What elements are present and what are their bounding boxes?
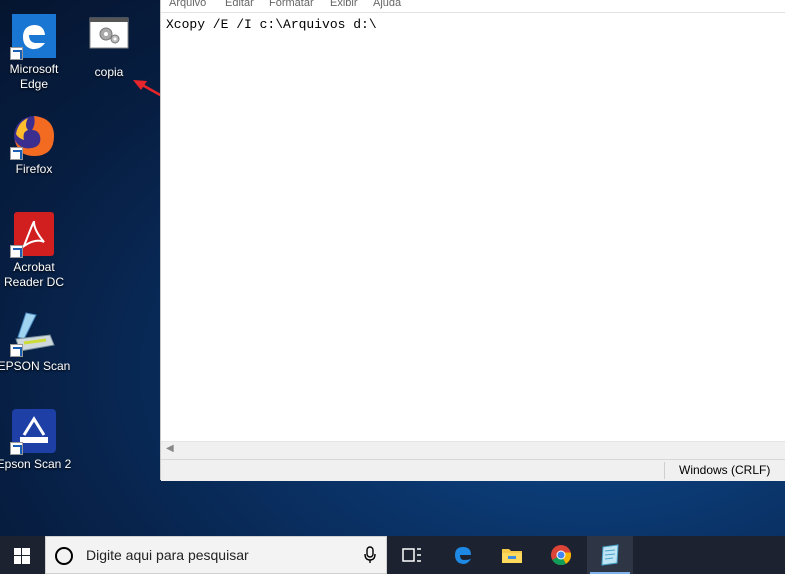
epson-scan2-icon bbox=[10, 407, 58, 455]
edge-icon bbox=[10, 12, 58, 60]
menu-editar[interactable]: Editar bbox=[225, 0, 254, 9]
menu-formatar[interactable]: Formatar bbox=[269, 0, 314, 9]
taskbar-notepad[interactable] bbox=[587, 536, 633, 574]
notepad-window: Arquivo Editar Formatar Exibir Ajuda Xco… bbox=[160, 0, 785, 481]
shortcut-arrow-icon bbox=[10, 442, 23, 455]
search-placeholder: Digite aqui para pesquisar bbox=[86, 547, 249, 563]
file-explorer-icon bbox=[502, 549, 522, 563]
desktop-icon-epson-scan-2[interactable]: Epson Scan 2 bbox=[0, 407, 72, 472]
desktop-icon-label: Microsoft Edge bbox=[9, 62, 59, 91]
shortcut-arrow-icon bbox=[10, 245, 23, 258]
windows-logo-icon bbox=[14, 548, 30, 564]
notepad-icon bbox=[601, 544, 619, 566]
taskbar-chrome[interactable] bbox=[538, 536, 584, 574]
desktop-icon-label: Firefox bbox=[15, 162, 53, 176]
desktop-icon-label: EPSON Scan bbox=[0, 359, 71, 373]
microphone-icon[interactable] bbox=[364, 546, 376, 564]
status-divider bbox=[664, 462, 665, 479]
menu-exibir[interactable]: Exibir bbox=[330, 0, 358, 9]
desktop-icon-edge[interactable]: Microsoft Edge bbox=[0, 12, 72, 92]
menu-ajuda[interactable]: Ajuda bbox=[373, 0, 401, 9]
menu-arquivo[interactable]: Arquivo bbox=[169, 0, 206, 9]
desktop: Microsoft Edge copia Firefox Acrobat Rea… bbox=[0, 0, 785, 536]
status-bar: Windows (CRLF) bbox=[161, 459, 785, 481]
edge-icon bbox=[455, 547, 471, 564]
batch-file-icon bbox=[85, 17, 133, 51]
task-view-button[interactable] bbox=[389, 536, 435, 574]
shortcut-arrow-icon bbox=[10, 47, 23, 60]
acrobat-icon bbox=[10, 210, 58, 258]
menu-divider bbox=[161, 12, 785, 13]
epson-scan-icon bbox=[10, 309, 58, 357]
cortana-icon bbox=[55, 547, 73, 565]
chrome-icon bbox=[551, 545, 572, 566]
horizontal-scrollbar[interactable]: ◀ bbox=[161, 441, 785, 459]
taskbar-edge[interactable] bbox=[440, 536, 486, 574]
menu-bar: Arquivo Editar Formatar Exibir Ajuda bbox=[161, 0, 785, 12]
scroll-left-arrow-icon[interactable]: ◀ bbox=[166, 443, 174, 454]
desktop-icon-epson-scan[interactable]: EPSON Scan bbox=[0, 309, 72, 374]
taskbar-file-explorer[interactable] bbox=[489, 536, 535, 574]
task-view-icon bbox=[402, 548, 421, 562]
status-line-ending: Windows (CRLF) bbox=[679, 463, 771, 477]
desktop-icon-acrobat[interactable]: Acrobat Reader DC bbox=[0, 210, 72, 290]
desktop-icon-label: Epson Scan 2 bbox=[0, 457, 72, 471]
text-editor[interactable]: Xcopy /E /I c:\Arquivos d:\ bbox=[166, 17, 377, 32]
start-button[interactable] bbox=[0, 536, 45, 574]
shortcut-arrow-icon bbox=[10, 147, 23, 160]
desktop-icon-firefox[interactable]: Firefox bbox=[0, 112, 72, 177]
shortcut-arrow-icon bbox=[10, 344, 23, 357]
taskbar-search[interactable]: Digite aqui para pesquisar bbox=[45, 536, 387, 574]
taskbar: Digite aqui para pesquisar bbox=[0, 536, 785, 574]
desktop-icon-label: Acrobat Reader DC bbox=[3, 260, 65, 289]
firefox-icon bbox=[10, 112, 58, 160]
